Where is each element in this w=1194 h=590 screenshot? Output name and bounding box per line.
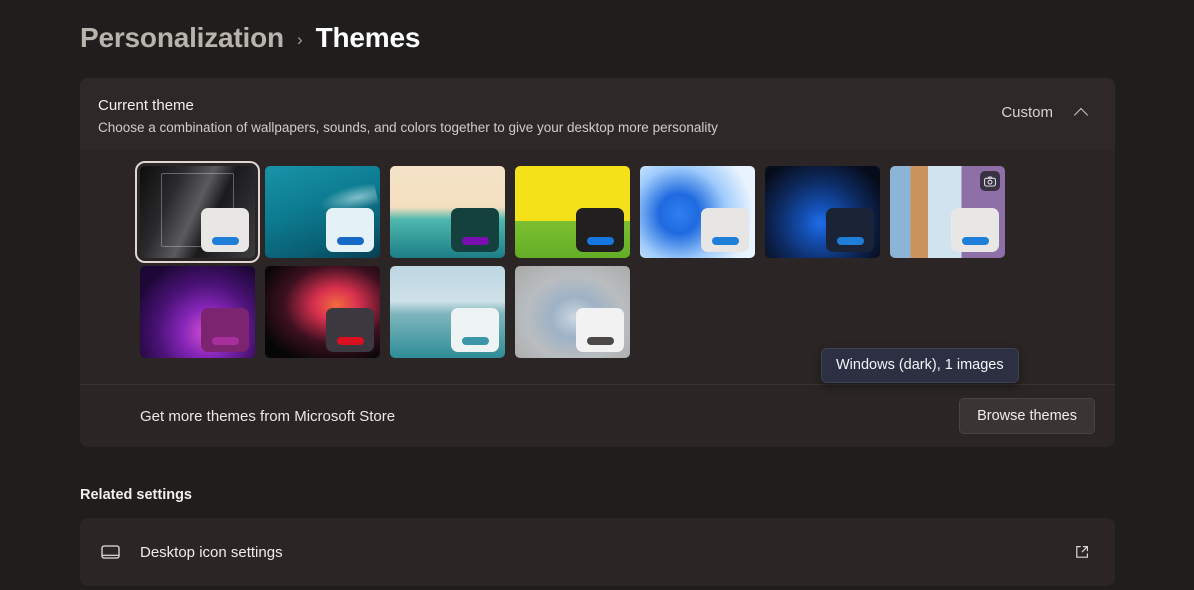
theme-thumbnail-dark-hall[interactable] (135, 161, 260, 263)
theme-row-2 (140, 266, 1115, 358)
get-more-themes-row: Get more themes from Microsoft Store Bro… (80, 385, 1115, 447)
theme-window-preview (451, 208, 499, 252)
theme-accent-swatch (836, 237, 864, 245)
theme-thumbnails-area: Windows (dark), 1 images (80, 150, 1115, 384)
theme-accent-swatch (336, 237, 364, 245)
chevron-up-icon[interactable] (1075, 106, 1089, 120)
monitor-icon (80, 544, 140, 560)
external-link-icon[interactable] (1071, 541, 1093, 563)
theme-thumbnail-spotlight[interactable] (890, 166, 1005, 258)
theme-row-1 (135, 161, 1115, 263)
theme-window-preview (201, 308, 249, 352)
browse-themes-button[interactable]: Browse themes (959, 398, 1095, 434)
theme-window-preview (576, 308, 624, 352)
theme-thumbnail-windows-dark[interactable] (765, 166, 880, 258)
theme-window-preview (951, 208, 999, 252)
theme-thumbnail-purple-glow[interactable] (140, 266, 255, 358)
theme-window-preview (201, 208, 249, 252)
page-title: Themes (315, 22, 421, 53)
current-theme-title: Current theme (98, 97, 194, 114)
theme-thumbnail-windows-light[interactable] (640, 166, 755, 258)
theme-tooltip: Windows (dark), 1 images (821, 348, 1019, 383)
current-theme-header[interactable]: Current theme Choose a combination of wa… (80, 78, 1115, 150)
theme-window-preview (326, 208, 374, 252)
breadcrumb-parent-personalization[interactable]: Personalization (80, 22, 284, 54)
current-theme-description: Choose a combination of wallpapers, soun… (98, 120, 718, 135)
theme-window-preview (826, 208, 874, 252)
theme-accent-swatch (586, 337, 614, 345)
theme-thumbnail-lake[interactable] (390, 266, 505, 358)
theme-accent-swatch (961, 237, 989, 245)
desktop-icon-settings-label: Desktop icon settings (140, 543, 283, 561)
theme-thumbnail-flower[interactable] (265, 266, 380, 358)
settings-page: Personalization › Themes Current theme C… (0, 0, 1194, 590)
theme-accent-swatch (461, 337, 489, 345)
current-theme-header-right[interactable]: Custom (1001, 92, 1095, 121)
theme-accent-swatch (711, 237, 739, 245)
theme-window-preview (326, 308, 374, 352)
related-settings-title: Related settings (80, 487, 192, 503)
theme-thumbnail-fabric[interactable] (515, 266, 630, 358)
theme-accent-swatch (211, 337, 239, 345)
theme-thumbnail-tropical[interactable] (390, 166, 505, 258)
theme-accent-swatch (461, 237, 489, 245)
desktop-icon-settings-row[interactable]: Desktop icon settings (80, 518, 1115, 586)
current-theme-card: Current theme Choose a combination of wa… (80, 78, 1115, 447)
theme-window-preview (701, 208, 749, 252)
theme-thumbnail-ocean[interactable] (265, 166, 380, 258)
theme-window-preview (576, 208, 624, 252)
theme-accent-swatch (586, 237, 614, 245)
theme-window-preview (451, 308, 499, 352)
theme-accent-swatch (211, 237, 239, 245)
theme-accent-swatch (336, 337, 364, 345)
theme-thumbnail-retro[interactable] (515, 166, 630, 258)
camera-icon (980, 171, 1000, 191)
current-theme-value: Custom (1001, 104, 1053, 121)
current-theme-header-text: Current theme Choose a combination of wa… (98, 92, 718, 137)
store-label: Get more themes from Microsoft Store (140, 407, 396, 425)
breadcrumb-separator-icon: › (296, 29, 303, 49)
breadcrumb: Personalization › Themes (80, 18, 420, 58)
